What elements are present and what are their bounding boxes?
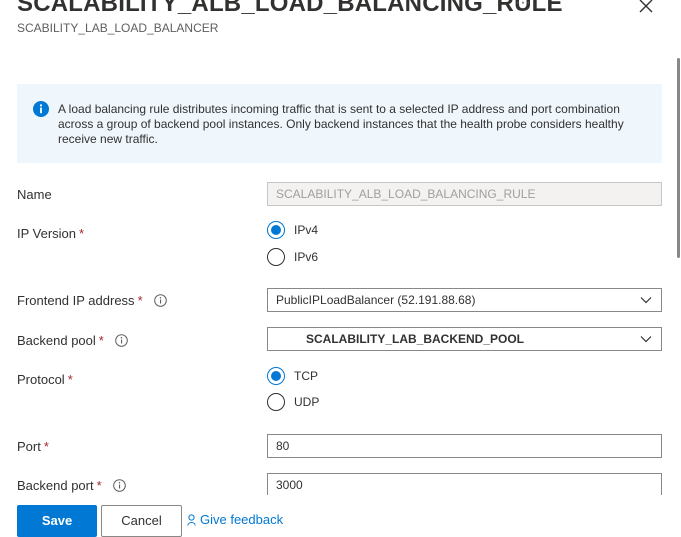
footer-bar: Save Cancel Give feedback <box>0 495 681 537</box>
radio-ipv6[interactable]: IPv6 <box>267 248 318 266</box>
close-icon[interactable] <box>637 0 655 15</box>
chevron-down-icon <box>640 297 652 304</box>
protocol-label: Protocol * <box>17 372 73 387</box>
required-marker: * <box>43 439 49 454</box>
radio-button[interactable] <box>267 221 285 239</box>
info-circle-icon[interactable] <box>154 294 168 307</box>
ip-version-label: IP Version * <box>17 226 85 241</box>
backend-pool-dropdown[interactable]: SCALABILITY_LAB_BACKEND_POOL <box>267 327 662 351</box>
frontend-ip-label: Frontend IP address * <box>17 293 168 308</box>
radio-udp[interactable]: UDP <box>267 393 319 411</box>
info-circle-icon[interactable] <box>113 479 127 492</box>
port-label: Port * <box>17 439 49 454</box>
radio-ipv4[interactable]: IPv4 <box>267 221 318 239</box>
required-marker: * <box>98 333 104 348</box>
name-label: Name <box>17 187 52 202</box>
scrollbar-thumb[interactable] <box>677 58 680 258</box>
more-options-button[interactable]: ··· <box>515 0 531 12</box>
radio-button[interactable] <box>267 248 285 266</box>
required-marker: * <box>79 226 85 241</box>
required-marker: * <box>137 293 143 308</box>
radio-button[interactable] <box>267 393 285 411</box>
info-banner: A load balancing rule distributes incomi… <box>17 84 662 163</box>
feedback-icon <box>187 513 196 526</box>
info-icon <box>33 101 49 117</box>
radio-button[interactable] <box>267 367 285 385</box>
save-button[interactable]: Save <box>17 505 97 537</box>
cancel-button[interactable]: Cancel <box>101 505 182 537</box>
required-marker: * <box>96 478 102 493</box>
backend-pool-label: Backend pool * <box>17 333 129 348</box>
backend-port-input[interactable]: 3000 <box>267 473 662 497</box>
page-title: SCALABILITY_ALB_LOAD_BALANCING_RULE <box>17 0 563 17</box>
backend-port-label: Backend port * <box>17 478 127 493</box>
port-input[interactable]: 80 <box>267 434 662 458</box>
radio-tcp[interactable]: TCP <box>267 367 318 385</box>
info-text: A load balancing rule distributes incomi… <box>58 102 624 146</box>
page-subtitle: SCABILITY_LAB_LOAD_BALANCER <box>17 21 219 35</box>
info-circle-icon[interactable] <box>115 334 129 347</box>
chevron-down-icon <box>640 336 652 343</box>
required-marker: * <box>67 372 73 387</box>
frontend-ip-dropdown[interactable]: PublicIPLoadBalancer (52.191.88.68) <box>267 288 662 312</box>
name-field: SCALABILITY_ALB_LOAD_BALANCING_RULE <box>267 182 662 206</box>
